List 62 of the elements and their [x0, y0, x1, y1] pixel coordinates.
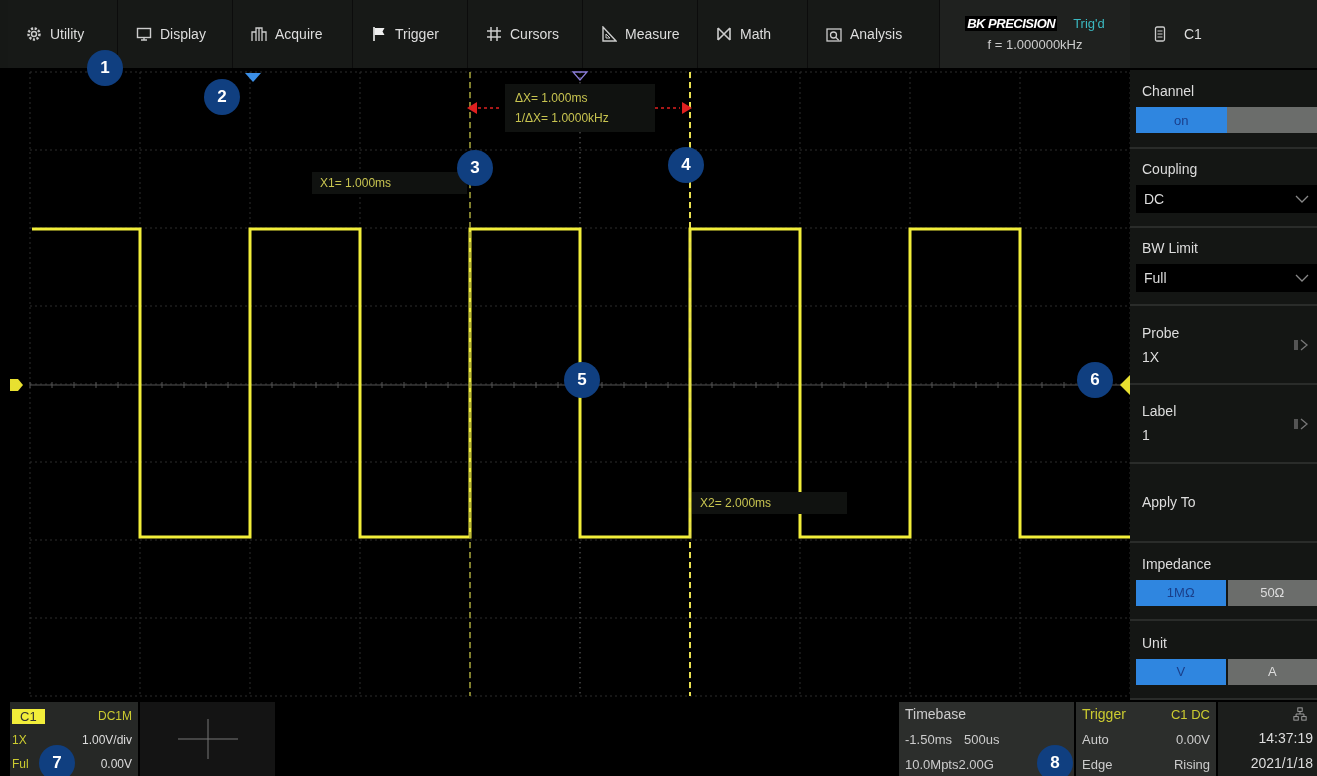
probe-readout: 1X: [12, 733, 27, 748]
flag-icon: [371, 26, 387, 42]
dropdown[interactable]: Full: [1136, 263, 1317, 292]
trigger-level: 0.00V: [1176, 732, 1210, 747]
trigger-type: Edge: [1082, 757, 1113, 772]
sample-rate: 2.00G: [958, 757, 994, 772]
triangle-ruler-icon: [601, 26, 617, 42]
clock-date: 2021/1/18: [1250, 755, 1313, 772]
setting-label: Channel: [1142, 83, 1196, 100]
frequency-readout: f = 1.000000kHz: [987, 37, 1083, 52]
timebase-scale: 500us: [963, 732, 1000, 747]
cursor-label: X1= 1.000ms: [312, 172, 467, 194]
setting-label: Label: [1142, 403, 1178, 420]
bowtie-icon: [716, 26, 732, 42]
clock-time: 14:37:19: [1258, 730, 1313, 746]
bandwidth-readout: Ful: [12, 757, 29, 772]
coupling-readout: DC1M: [98, 709, 132, 724]
option-button[interactable]: A: [1227, 658, 1317, 685]
pulse-icon: [251, 26, 267, 42]
panel-title: Timebase: [905, 706, 967, 722]
setting-label: Impedance: [1142, 555, 1213, 572]
trigger-mode: Auto: [1082, 732, 1109, 747]
gear-icon: [26, 26, 42, 42]
submenu-arrow-icon[interactable]: [1293, 338, 1309, 353]
submenu-arrow-icon[interactable]: [1293, 417, 1309, 431]
trigger-status: Trig'd: [1073, 16, 1105, 31]
scale-readout: 1.00V/div: [81, 733, 132, 748]
hash-icon: [486, 26, 502, 42]
delay-readout: -1.50ms: [905, 732, 952, 747]
setting-value: 1X: [1142, 348, 1160, 365]
setting-label: BW Limit: [1142, 239, 1199, 256]
offset-readout: 0.00V: [100, 757, 132, 772]
channel-badge[interactable]: C1: [12, 708, 45, 724]
trigger-panel[interactable]: Trigger C1 DC Auto 0.00V Edge Rising: [1076, 702, 1216, 776]
monitor-icon: [136, 26, 152, 42]
setting-label: Probe: [1142, 324, 1181, 341]
network-icon: [1293, 706, 1307, 721]
panel-title: Trigger: [1082, 706, 1126, 722]
trigger-slope: Rising: [1173, 757, 1210, 772]
setting-value: 1: [1142, 427, 1150, 444]
apply-to-button[interactable]: Apply To: [1142, 490, 1317, 515]
magnifier-icon: [826, 26, 842, 42]
option-button[interactable]: 50Ω: [1227, 579, 1317, 606]
setting-label: Unit: [1142, 634, 1168, 651]
channel-icon: [1152, 26, 1168, 42]
dropdown[interactable]: DC: [1136, 185, 1317, 214]
memory-depth: 10.0Mpts: [905, 757, 959, 772]
brand-logo: BK PRECISION: [965, 16, 1058, 31]
delta-readout: ΔX= 1.000ms: [515, 91, 589, 105]
trigger-source: C1 DC: [1171, 706, 1210, 722]
center-marker: [571, 71, 589, 81]
crosshair-icon: [177, 719, 238, 759]
chevron-icon: [1295, 273, 1309, 282]
chevron-icon: [1295, 195, 1309, 204]
setting-label: Coupling: [1142, 161, 1199, 178]
delta-arrow: [654, 102, 692, 114]
channel-offset-marker[interactable]: [10, 379, 23, 391]
cursor-label: X2= 2.000ms: [692, 492, 847, 514]
cursor-line[interactable]: [469, 71, 471, 697]
channel-tab[interactable]: C1: [1130, 0, 1317, 68]
trigger-position-marker[interactable]: [245, 73, 261, 82]
frequency-readout: 1/ΔX= 1.0000kHz: [515, 111, 610, 125]
